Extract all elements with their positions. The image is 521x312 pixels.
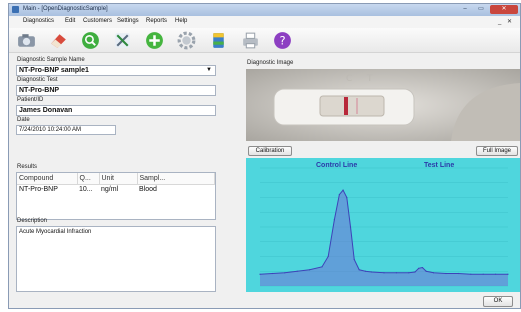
legend-test-line: Test Line <box>424 162 454 169</box>
chart-point <box>433 272 435 274</box>
calibration-button[interactable]: Calibration <box>248 146 292 156</box>
menu-help[interactable]: Help <box>175 18 187 24</box>
sample-name-dropdown[interactable]: NT-Pro-BNP sample1 ▼ <box>16 65 216 76</box>
image-label: Diagnostic Image <box>247 60 294 66</box>
menu-bar: Diagnostics Edit Customers Settings Repo… <box>9 16 520 28</box>
window-title: Main - [OpenDiagnosticSample] <box>23 6 108 12</box>
chart-point <box>358 269 360 271</box>
chart-series-line <box>259 189 508 275</box>
chevron-down-icon: ▼ <box>206 67 212 73</box>
diagnostic-image: C T <box>246 69 520 141</box>
strip-control-mark: C <box>346 74 352 84</box>
app-icon <box>12 6 19 13</box>
table-row[interactable]: NT-Pro-BNP 10... ng/ml Blood <box>17 184 215 195</box>
chart-point <box>445 272 447 275</box>
chart-point <box>271 272 273 275</box>
printer-icon[interactable] <box>239 30 261 51</box>
chart-point <box>342 189 344 191</box>
chart-point <box>353 258 355 261</box>
cell-unit: ng/ml <box>101 186 119 194</box>
tools-icon[interactable] <box>111 30 133 51</box>
description-textarea[interactable]: Acute Myocardial Infraction <box>16 226 216 292</box>
chart-point <box>495 273 497 275</box>
results-header-row: Compound Q... Unit Sampl... <box>17 173 215 185</box>
chart-point <box>284 272 286 274</box>
add-icon[interactable] <box>143 30 165 51</box>
chart-point <box>421 266 424 269</box>
chart-point <box>457 272 459 275</box>
cell-quantity: 10... <box>79 186 93 194</box>
cell-sample: Blood <box>139 186 157 194</box>
diagnostic-chart: Control Line Test Line <box>246 158 520 292</box>
close-button[interactable]: ✕ <box>490 5 518 14</box>
gear-icon[interactable] <box>175 30 197 51</box>
mdi-window-controls[interactable]: _ ✕ <box>498 18 514 25</box>
chart-point <box>470 273 472 275</box>
sample-name-value: NT-Pro-BNP sample1 <box>19 67 89 74</box>
chart-point <box>338 193 340 196</box>
menu-settings[interactable]: Settings <box>117 18 139 24</box>
date-label: Date <box>17 117 30 123</box>
chart-point <box>259 273 261 275</box>
col-compound[interactable]: Compound <box>17 173 78 185</box>
eraser-icon[interactable] <box>47 30 69 51</box>
chart-point <box>296 270 298 272</box>
menu-customers[interactable]: Customers <box>83 18 112 24</box>
chart-point <box>482 273 484 275</box>
chart-point <box>349 226 352 228</box>
results-table[interactable]: Compound Q... Unit Sampl... NT-Pro-BNP 1… <box>16 172 216 220</box>
menu-edit[interactable]: Edit <box>65 18 75 24</box>
chart-point <box>309 269 311 271</box>
test-field[interactable]: NT-Pro-BNP <box>16 85 216 96</box>
chart-point <box>507 273 509 275</box>
cell-compound: NT-Pro-BNP <box>19 186 58 194</box>
chart-point <box>418 267 420 269</box>
toolbar: ? <box>9 28 520 53</box>
main-window: Main - [OpenDiagnosticSample] – ▭ ✕ Diag… <box>8 3 521 309</box>
search-icon[interactable] <box>79 30 101 51</box>
menu-reports[interactable]: Reports <box>146 18 167 24</box>
col-quantity[interactable]: Q... <box>77 173 100 185</box>
camera-icon[interactable] <box>15 30 37 51</box>
minimize-button[interactable]: – <box>458 5 472 14</box>
full-image-button[interactable]: Full Image <box>476 146 518 156</box>
chart-point <box>425 270 427 272</box>
sample-name-label: Diagnostic Sample Name <box>17 57 85 63</box>
strip-test-mark: T <box>366 74 373 84</box>
chart-point <box>383 272 385 274</box>
svg-text:?: ? <box>279 34 285 48</box>
patient-label: Patient/ID <box>17 97 44 103</box>
date-field[interactable]: 7/24/2010 10:24:00 AM <box>16 125 116 135</box>
chart-svg: Control Line Test Line <box>259 162 509 287</box>
col-unit[interactable]: Unit <box>99 173 138 185</box>
patient-field[interactable]: James Donavan <box>16 105 216 116</box>
help-icon[interactable]: ? <box>271 30 293 51</box>
maximize-button[interactable]: ▭ <box>474 5 488 14</box>
chart-point <box>346 196 348 199</box>
database-icon[interactable] <box>207 30 229 51</box>
menu-diagnostics[interactable]: Diagnostics <box>23 18 54 24</box>
chart-point <box>414 271 416 273</box>
chart-point <box>333 219 335 221</box>
chart-point <box>327 255 329 258</box>
chart-point <box>408 272 410 274</box>
col-sample[interactable]: Sampl... <box>137 173 215 185</box>
description-label: Description <box>17 218 48 224</box>
title-bar: Main - [OpenDiagnosticSample] – ▭ ✕ <box>9 4 520 16</box>
ok-button[interactable]: OK <box>483 296 513 307</box>
chart-point <box>364 270 366 272</box>
test-label: Diagnostic Test <box>17 77 58 83</box>
chart-point <box>371 271 373 273</box>
results-label: Results <box>17 164 38 170</box>
legend-control-line: Control Line <box>316 162 357 169</box>
chart-point <box>395 272 397 274</box>
chart-point <box>321 266 323 268</box>
